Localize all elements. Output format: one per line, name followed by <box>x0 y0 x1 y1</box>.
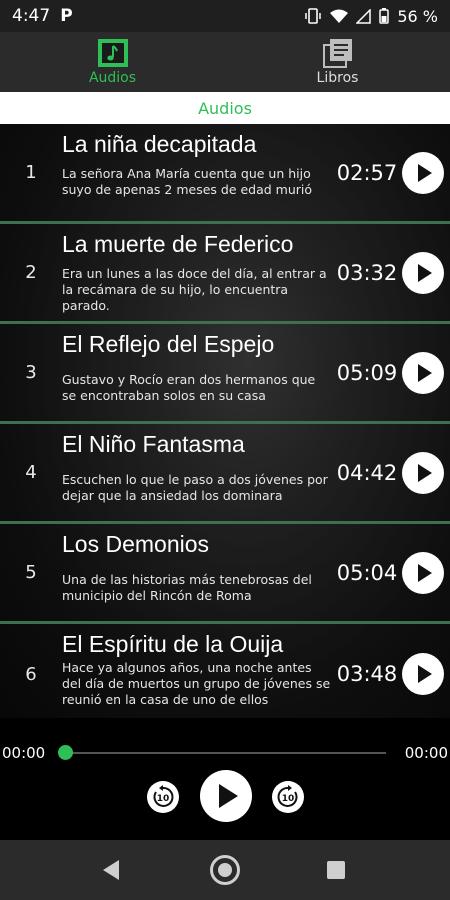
total-time: 00:00 <box>404 744 448 762</box>
tab-audios-label: Audios <box>88 70 137 86</box>
play-icon <box>418 665 432 683</box>
track-title: El Espíritu de la Ouija <box>62 631 284 657</box>
track-number: 1 <box>25 162 37 183</box>
track-title: El Reflejo del Espejo <box>62 331 275 357</box>
track-description: Gustavo y Rocío eran dos hermanos que se… <box>62 372 316 403</box>
audio-player: 00:00 00:00 10 10 <box>0 718 450 840</box>
play-icon <box>418 263 432 282</box>
track-title: Los Demonios <box>62 531 210 557</box>
home-dot <box>218 863 232 877</box>
elapsed-time: 00:00 <box>2 744 46 762</box>
track-duration: 03:32 <box>336 260 398 285</box>
play-icon <box>219 784 238 808</box>
rewind-seconds: 10 <box>157 794 170 804</box>
tab-audios[interactable]: Audios <box>0 32 225 92</box>
parking-app-icon: P <box>60 6 73 26</box>
tab-libros-label: Libros <box>316 70 359 86</box>
forward-seconds: 10 <box>282 794 295 804</box>
track-play-button[interactable] <box>402 351 444 394</box>
track-row[interactable]: 3 El Reflejo del Espejo Gustavo y Rocío … <box>0 324 450 424</box>
track-number: 6 <box>25 663 37 685</box>
track-number: 5 <box>25 562 37 583</box>
play-icon <box>418 163 432 182</box>
track-number: 3 <box>25 362 37 383</box>
music-note-icon <box>97 39 128 67</box>
tab-bar: Audios Libros <box>0 32 450 92</box>
track-play-button[interactable] <box>402 451 444 494</box>
recents-icon[interactable] <box>327 861 345 879</box>
signal-icon <box>356 8 372 24</box>
track-title: El Niño Fantasma <box>62 431 245 457</box>
system-nav-bar <box>0 840 450 900</box>
wifi-icon <box>330 9 349 23</box>
tab-libros[interactable]: Libros <box>225 32 450 92</box>
track-number: 2 <box>25 262 37 283</box>
play-icon <box>418 363 432 382</box>
track-description: La señora Ana María cuenta que un hijo s… <box>62 166 313 197</box>
status-bar: 4:47 P 56 % <box>0 0 450 32</box>
main-play-button[interactable] <box>200 770 252 822</box>
track-title: La muerte de Federico <box>62 231 294 257</box>
track-duration: 05:09 <box>336 360 398 385</box>
battery-level: 56 % <box>397 6 438 26</box>
section-title: Audios <box>0 92 450 124</box>
track-play-button[interactable] <box>402 151 444 194</box>
track-row[interactable]: 5 Los Demonios Una de las historias más … <box>0 524 450 624</box>
seek-bar-thumb[interactable] <box>58 745 73 760</box>
track-description: Escuchen lo que le paso a dos jóvenes po… <box>62 472 328 503</box>
track-description: Hace ya algunos años, una noche antes de… <box>62 660 331 707</box>
track-play-button[interactable] <box>402 653 444 695</box>
library-icon <box>322 39 352 68</box>
track-list[interactable]: 1 La niña decapitada La señora Ana María… <box>0 124 450 718</box>
track-description: Era un lunes a las doce del día, al entr… <box>62 266 327 313</box>
track-row[interactable]: 2 La muerte de Federico Era un lunes a l… <box>0 224 450 324</box>
track-title: La niña decapitada <box>62 131 257 157</box>
track-description: Una de las historias más tenebrosas del … <box>62 572 312 603</box>
track-row[interactable]: 4 El Niño Fantasma Escuchen lo que le pa… <box>0 424 450 524</box>
forward-10-icon[interactable]: 10 <box>271 780 305 814</box>
home-icon[interactable] <box>210 855 240 885</box>
track-row[interactable]: 6 El Espíritu de la Ouija Hace ya alguno… <box>0 624 450 718</box>
battery-icon <box>379 8 390 24</box>
track-number: 4 <box>25 462 37 483</box>
track-row[interactable]: 1 La niña decapitada La señora Ana María… <box>0 124 450 224</box>
track-play-button[interactable] <box>402 251 444 294</box>
track-duration: 03:48 <box>336 662 398 686</box>
status-time: 4:47 <box>12 6 51 26</box>
rewind-10-icon[interactable]: 10 <box>146 780 180 814</box>
back-icon[interactable] <box>103 860 119 880</box>
track-play-button[interactable] <box>402 551 444 594</box>
track-duration: 02:57 <box>336 160 398 185</box>
vibrate-icon <box>305 8 322 24</box>
track-duration: 05:04 <box>336 560 398 585</box>
play-icon <box>418 563 432 582</box>
track-duration: 04:42 <box>336 460 398 485</box>
play-icon <box>418 463 432 482</box>
seek-bar-track[interactable] <box>64 752 386 754</box>
